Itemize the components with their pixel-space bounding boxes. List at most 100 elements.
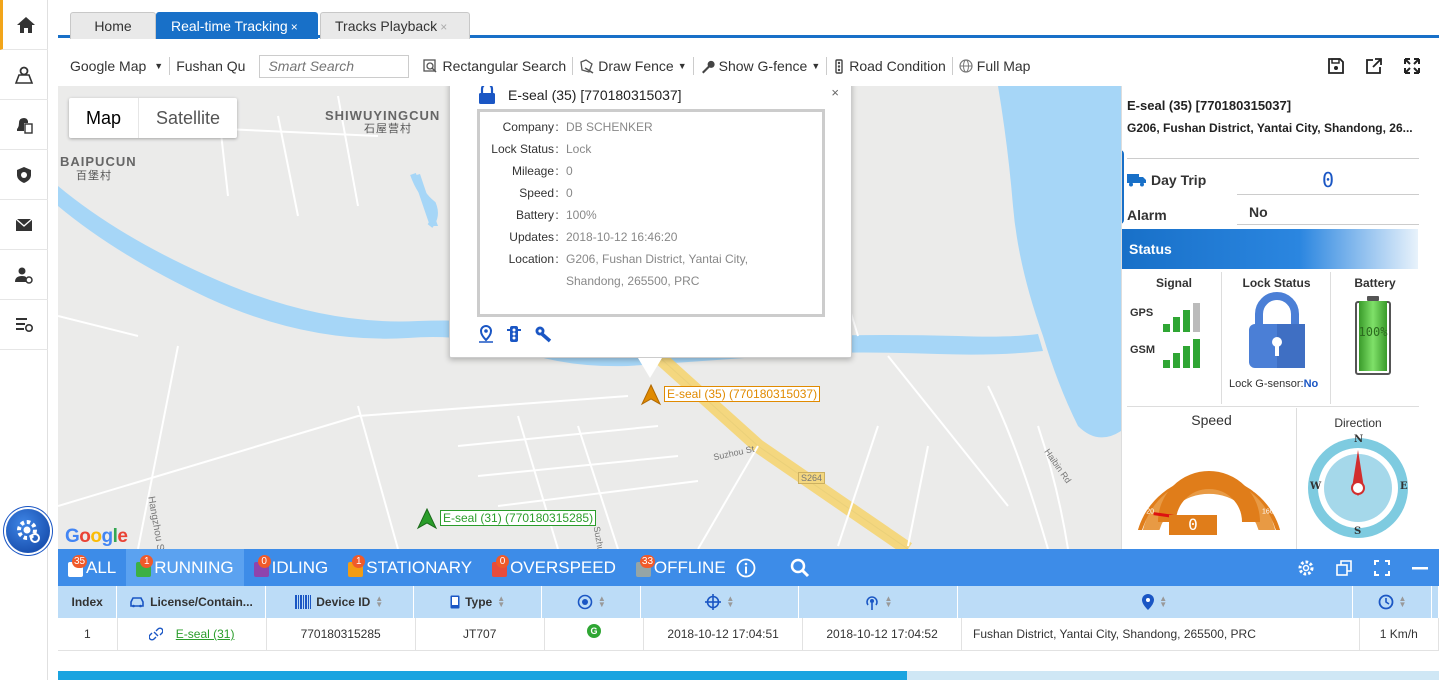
marker-label[interactable]: E-seal (31) (770180315285): [440, 510, 597, 526]
tab-close-icon[interactable]: ×: [440, 20, 447, 34]
sort-arrows-icon[interactable]: ▲ ▼: [726, 595, 734, 609]
sidebar-item-map-user[interactable]: [0, 50, 48, 100]
popup-row: Lock Status: Lock: [480, 138, 822, 160]
sidebar-item-messages[interactable]: [0, 200, 48, 250]
wrench-icon[interactable]: [534, 325, 552, 343]
count-badge: 35: [72, 555, 88, 568]
popup-actions: [478, 325, 552, 343]
cell-index: 1: [58, 618, 118, 650]
filter-idling[interactable]: 0 IDLING: [244, 549, 339, 586]
vehicle-arrow-icon[interactable]: [416, 508, 438, 530]
sidebar-item-users[interactable]: [0, 250, 48, 300]
sort-arrows-icon[interactable]: ▲ ▼: [375, 595, 383, 609]
count-badge: 1: [140, 555, 154, 568]
map-provider-select[interactable]: Google Map ▼: [58, 58, 169, 74]
traffic-light-icon[interactable]: [506, 325, 522, 343]
car-icon: [130, 597, 144, 608]
road-condition-label: Road Condition: [849, 58, 946, 74]
sort-arrows-icon[interactable]: ▲ ▼: [598, 595, 606, 609]
device-icon: [450, 595, 460, 609]
search-button[interactable]: [766, 549, 820, 586]
filter-running[interactable]: 1 RUNNING: [126, 549, 244, 586]
rectangular-search-button[interactable]: Rectangular Search: [415, 58, 572, 74]
tab-tracks-playback[interactable]: Tracks Playback ×: [320, 12, 470, 39]
device-address: G206, Fushan District, Yantai City, Shan…: [1127, 121, 1413, 135]
caret-down-icon: ▼: [154, 61, 164, 71]
detail-tab[interactable]: [1122, 150, 1124, 224]
column-address[interactable]: ▲ ▼: [958, 586, 1353, 618]
globe-icon: [959, 59, 973, 73]
sort-arrows-icon[interactable]: ▲ ▼: [497, 595, 505, 609]
device-title: E-seal (35) [770180315037]: [1127, 98, 1292, 113]
marker-label[interactable]: E-seal (35) (770180315037): [664, 386, 821, 402]
sort-arrows-icon[interactable]: ▲ ▼: [885, 595, 893, 609]
map-type-satellite-button[interactable]: Satellite: [138, 98, 237, 138]
draw-fence-button[interactable]: Draw Fence ▼: [573, 58, 692, 74]
cell-gps-time: 2018-10-12 17:04:51: [644, 618, 804, 650]
floating-settings-button[interactable]: [6, 509, 50, 553]
sort-arrows-icon[interactable]: ▲ ▼: [1159, 595, 1167, 609]
sidebar-item-alarm[interactable]: [0, 100, 48, 150]
popup-value: 100%: [566, 208, 597, 222]
column-gps-time[interactable]: ▲ ▼: [641, 586, 800, 618]
tab-close-icon[interactable]: ×: [291, 20, 298, 34]
alarm-label: Alarm: [1127, 207, 1167, 223]
scroll-progress-bar[interactable]: [58, 671, 1439, 680]
expand-table-button[interactable]: [1363, 549, 1401, 586]
list-tab[interactable]: [1121, 86, 1122, 150]
signal-bar: [1163, 324, 1170, 332]
vehicle-arrow-icon[interactable]: [640, 384, 662, 406]
popup-row: Updates:2018-10-12 16:46:20: [480, 226, 822, 248]
license-link[interactable]: E-seal (31): [176, 627, 235, 641]
info-button[interactable]: [736, 549, 766, 586]
popup-close-icon[interactable]: ×: [831, 86, 839, 100]
tab-home[interactable]: Home: [70, 12, 156, 39]
minimize-table-button[interactable]: [1401, 549, 1439, 586]
column-speed[interactable]: ▲ ▼: [1353, 586, 1432, 618]
sidebar-item-settings[interactable]: [0, 300, 48, 350]
sort-arrows-icon[interactable]: ▲ ▼: [1399, 595, 1407, 609]
smart-search-input[interactable]: [259, 54, 410, 78]
popup-value: Lock: [566, 142, 592, 156]
table-settings-button[interactable]: [1287, 549, 1325, 586]
tab-bar: Home Real-time Tracking × Tracks Playback…: [58, 8, 1439, 39]
table-row[interactable]: 1 E-seal (31) 770180315285 JT707 G 2018-…: [58, 618, 1439, 651]
popup-details: Company: DB SCHENKER Lock Status: Lock Mil…: [477, 109, 825, 317]
battery-percent: 100%: [1358, 325, 1388, 339]
show-gfence-button[interactable]: Show G-fence ▼: [694, 58, 827, 74]
full-map-button[interactable]: Full Map: [953, 58, 1037, 74]
filter-label: ALL: [86, 557, 117, 577]
map-type-map-button[interactable]: Map: [69, 98, 138, 138]
search-icon: [790, 558, 809, 577]
map-canvas[interactable]: Map Satellite SHIWUYINGCUN 石屋营村 BAIPUCUN…: [58, 86, 1121, 549]
gsm-label: GSM: [1130, 344, 1156, 356]
save-button[interactable]: [1317, 57, 1355, 75]
filter-overspeed[interactable]: 0 OVERSPEED: [482, 549, 626, 586]
column-license[interactable]: License/Contain...: [117, 586, 266, 618]
collapse-panel-button[interactable]: ›: [1121, 266, 1122, 346]
fullscreen-button[interactable]: [1393, 57, 1439, 75]
location-selector[interactable]: Fushan Qu: [170, 58, 251, 74]
sidebar-item-security[interactable]: [0, 150, 48, 200]
battery-icon: 100%: [1355, 296, 1391, 376]
column-comm-time[interactable]: ▲ ▼: [799, 586, 958, 618]
column-device-id[interactable]: Device ID ▲ ▼: [266, 586, 414, 618]
location-pin-icon[interactable]: [478, 325, 494, 343]
filter-offline[interactable]: 33 OFFLINE: [626, 549, 736, 586]
tab-realtime-tracking[interactable]: Real-time Tracking ×: [156, 12, 318, 39]
sidebar-item-home[interactable]: [0, 0, 48, 50]
filter-all[interactable]: 35 ALL: [58, 549, 126, 586]
column-index[interactable]: Index: [58, 586, 118, 618]
column-status[interactable]: ▲ ▼: [542, 586, 642, 618]
restore-window-button[interactable]: [1325, 549, 1363, 586]
cell-status: G: [545, 618, 645, 650]
column-more[interactable]: [1432, 586, 1439, 618]
popup-key: Company: [502, 120, 554, 134]
filter-stationary[interactable]: 1 STATIONARY: [338, 549, 482, 586]
road-condition-button[interactable]: Road Condition: [827, 58, 952, 74]
device-detail-panel: › E-seal (35) [770180315037] G206, Fusha…: [1121, 86, 1439, 549]
column-type[interactable]: Type ▲ ▼: [414, 586, 543, 618]
info-icon: [736, 558, 756, 577]
open-external-button[interactable]: [1355, 57, 1393, 75]
count-badge: 1: [352, 555, 366, 568]
